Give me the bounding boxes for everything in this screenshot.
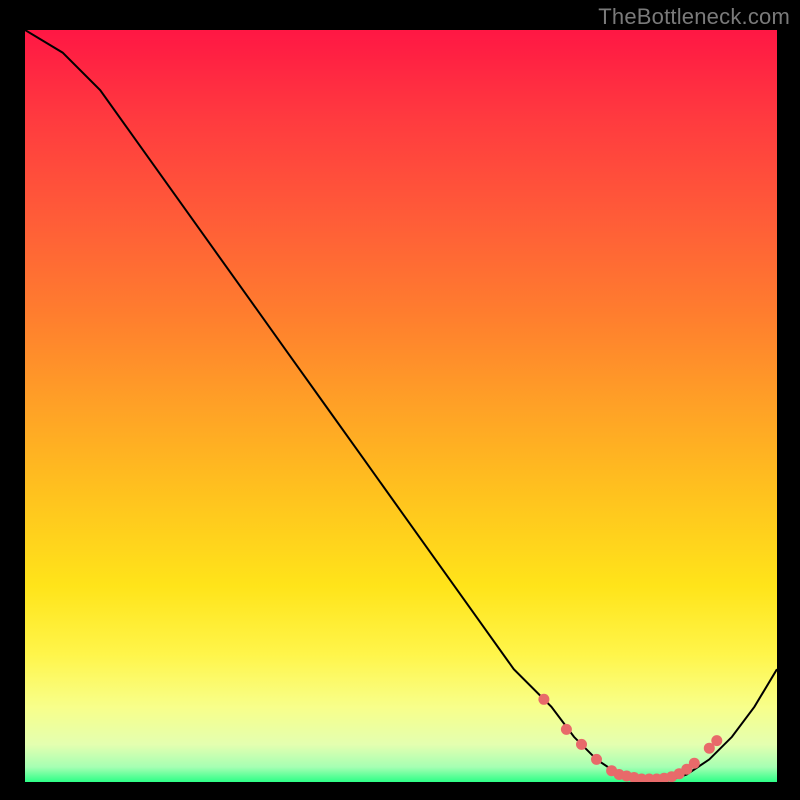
data-marker bbox=[591, 754, 602, 765]
data-marker bbox=[689, 758, 700, 769]
attribution-text: TheBottleneck.com bbox=[598, 4, 790, 30]
chart-frame: TheBottleneck.com bbox=[0, 0, 800, 800]
data-marker bbox=[538, 694, 549, 705]
data-marker bbox=[576, 739, 587, 750]
data-marker bbox=[561, 724, 572, 735]
bottleneck-chart bbox=[25, 30, 777, 782]
data-marker bbox=[711, 735, 722, 746]
